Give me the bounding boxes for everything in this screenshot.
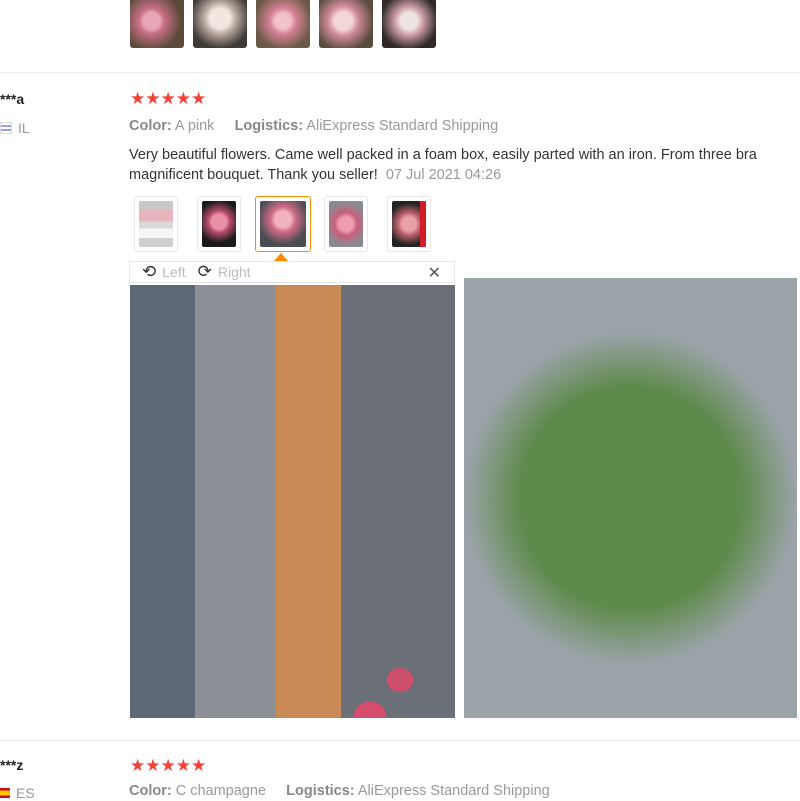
rotate-left-button[interactable]: ⟲ Left (142, 262, 186, 282)
review-text-line-2: magnificent bouquet. Thank you seller! (129, 167, 378, 183)
review-divider (0, 72, 800, 73)
review-photo-thumb-1[interactable] (134, 196, 178, 252)
rotate-left-icon: ⟲ (142, 262, 157, 281)
country-code: ES (16, 785, 35, 801)
review-date: 07 Jul 2021 04:26 (385, 167, 502, 183)
review-attributes: Color: C champagne Logistics: AliExpress… (129, 783, 550, 799)
color-value: A pink (174, 118, 215, 134)
prev-review-photo-3[interactable] (256, 0, 310, 48)
active-thumb-indicator (274, 253, 288, 261)
review-photo-large-1[interactable] (130, 285, 455, 718)
review-divider (0, 740, 800, 741)
review-photo-thumb-4[interactable] (324, 196, 368, 252)
review-photo-thumb-3-active[interactable] (255, 196, 311, 252)
prev-review-photo-5[interactable] (382, 0, 436, 48)
review-photo-thumb-2[interactable] (197, 196, 241, 252)
review-photo-large-2[interactable] (464, 278, 797, 718)
logistics-label: Logistics: (234, 118, 304, 134)
review-photo-thumb-5[interactable] (387, 196, 431, 252)
prev-review-photo-4[interactable] (319, 0, 373, 48)
review-attributes: Color: A pink Logistics: AliExpress Stan… (129, 118, 498, 134)
flag-icon (0, 788, 10, 798)
reviewer-country: ES (0, 785, 35, 801)
logistics-value: AliExpress Standard Shipping (357, 783, 550, 799)
review-text: Very beautiful flowers. Came well packed… (129, 145, 800, 185)
review-text-line-1: Very beautiful flowers. Came well packed… (129, 147, 757, 163)
rotate-left-label: Left (162, 264, 186, 280)
rotate-right-button[interactable]: ⟳ Right (198, 262, 251, 282)
image-viewer-toolbar: ⟲ Left ⟳ Right ✕ (129, 261, 455, 283)
prev-review-photo-1[interactable] (130, 0, 184, 48)
color-label: Color: (129, 783, 172, 799)
color-label: Color: (129, 118, 172, 134)
color-value: C champagne (175, 783, 266, 799)
prev-review-photo-2[interactable] (193, 0, 247, 48)
reviewer-country: IL (0, 120, 30, 136)
star-rating: ★★★★★ (130, 756, 207, 775)
flag-icon (0, 122, 12, 134)
star-rating: ★★★★★ (130, 89, 207, 108)
close-icon[interactable]: ✕ (428, 263, 441, 283)
rotate-right-icon: ⟳ (197, 262, 212, 281)
country-code: IL (18, 120, 30, 136)
reviewer-name: ***z (0, 757, 24, 773)
logistics-label: Logistics: (286, 783, 355, 799)
logistics-value: AliExpress Standard Shipping (306, 118, 499, 134)
rotate-right-label: Right (217, 264, 251, 280)
reviewer-name: ***a (0, 91, 25, 107)
